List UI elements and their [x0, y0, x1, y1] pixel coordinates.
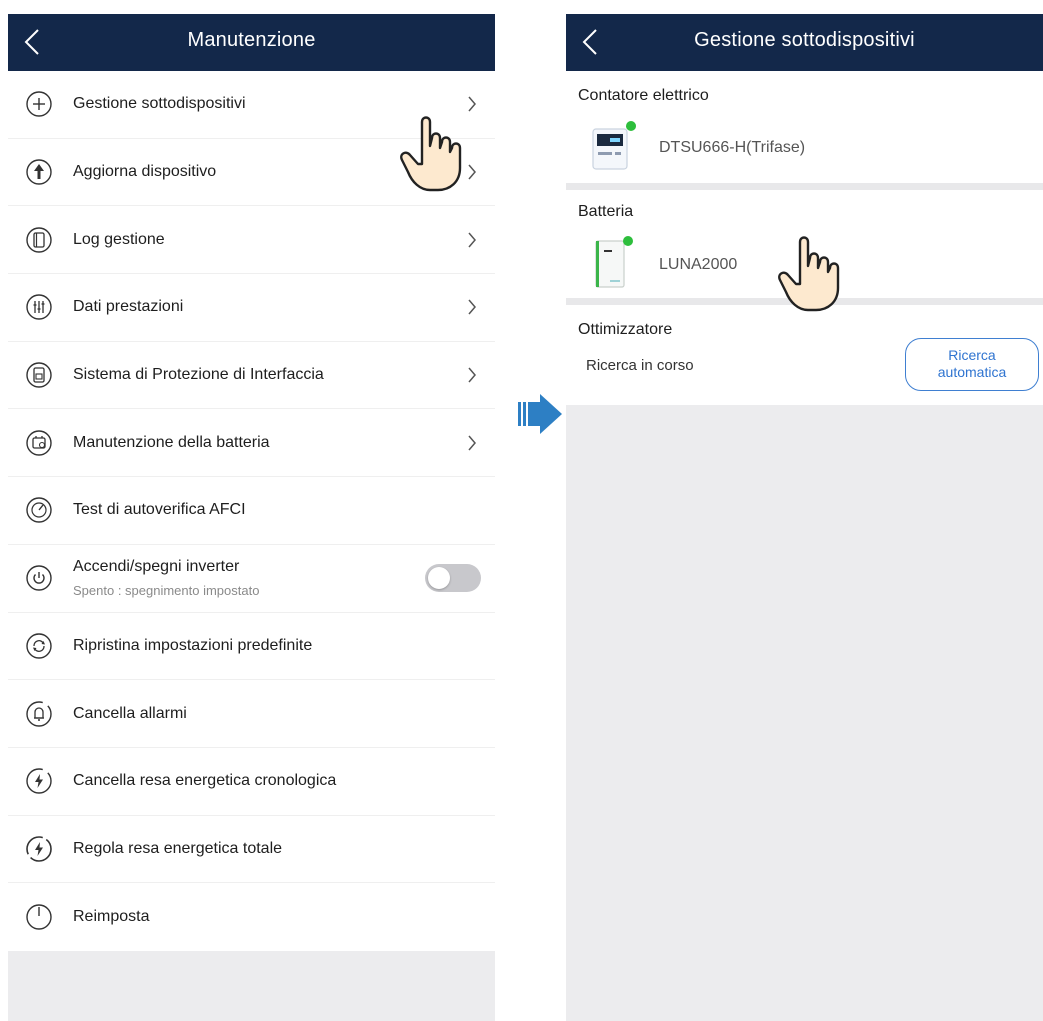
chevron-right-icon: [468, 232, 476, 248]
inverter-power-toggle[interactable]: [425, 564, 481, 593]
menu-sublabel: Spento : spegnimento impostato: [73, 582, 260, 598]
section-divider: [566, 298, 1043, 305]
page-title: Gestione sottodispositivi: [694, 29, 915, 51]
chevron-right-icon: [468, 299, 476, 315]
title-bar: Gestione sottodispositivi: [566, 14, 1043, 71]
menu-item-clear-energy-history[interactable]: Cancella resa energetica cronologica: [8, 748, 495, 816]
menu-item-management-log[interactable]: Log gestione: [8, 206, 495, 275]
meter-device-row[interactable]: DTSU666-H(Trifase): [566, 117, 1043, 177]
menu-item-inverter-power[interactable]: Accendi/spegni inverter Spento : spegnim…: [8, 545, 495, 613]
menu-label: Regola resa energetica totale: [73, 839, 283, 857]
protection-icon: [26, 362, 52, 388]
menu-label: Cancella allarmi: [73, 704, 187, 722]
energy-clear-icon: [26, 768, 52, 794]
energy-adjust-icon: [26, 836, 52, 862]
menu-label: Manutenzione della batteria: [73, 433, 270, 451]
battery-maintenance-icon: [26, 430, 52, 456]
title-bar: Manutenzione: [8, 14, 495, 71]
battery-device-name: LUNA2000: [659, 256, 738, 273]
upload-arrow-icon: [26, 159, 52, 185]
menu-label: Aggiorna dispositivo: [73, 163, 217, 181]
alarm-bell-icon: [26, 700, 52, 727]
menu-label: Cancella resa energetica cronologica: [73, 772, 337, 790]
menu-label: Test di autoverifica AFCI: [73, 501, 246, 519]
menu-item-restore-defaults[interactable]: Ripristina impostazioni predefinite: [8, 613, 495, 681]
battery-device-row[interactable]: LUNA2000: [566, 232, 1043, 294]
power-meter-icon: [592, 128, 628, 170]
plus-circle-icon: [26, 91, 52, 118]
menu-item-reset[interactable]: Reimposta: [8, 883, 495, 951]
sliders-icon: [26, 294, 52, 321]
menu-item-update-device[interactable]: Aggiorna dispositivo: [8, 139, 495, 207]
log-icon: [26, 227, 52, 253]
section-title: Batteria: [578, 203, 634, 220]
menu-item-interface-protection[interactable]: Sistema di Protezione di Interfaccia: [8, 342, 495, 410]
menu-label: Ripristina impostazioni predefinite: [73, 636, 313, 654]
menu-label: Sistema di Protezione di Interfaccia: [73, 366, 324, 384]
maintenance-menu: Gestione sottodispositivi Aggiorna dispo…: [8, 71, 495, 951]
menu-item-battery-maintenance[interactable]: Manutenzione della batteria: [8, 409, 495, 478]
menu-label: Log gestione: [73, 230, 165, 248]
menu-label: Dati prestazioni: [73, 298, 184, 316]
menu-item-afci-self-test[interactable]: Test di autoverifica AFCI: [8, 477, 495, 545]
subdevice-management-screen: Gestione sottodispositivi Contatore elet…: [566, 14, 1043, 1021]
auto-search-button[interactable]: Ricerca automatica: [905, 338, 1039, 391]
battery-section: Batteria LUNA2000: [566, 190, 1043, 298]
online-status-dot: [626, 121, 636, 131]
online-status-dot: [623, 236, 633, 246]
reset-power-icon: [26, 904, 52, 930]
afci-test-icon: [26, 497, 52, 524]
auto-search-label-line2: automatica: [937, 364, 1007, 380]
power-icon: [26, 565, 52, 591]
chevron-right-icon: [468, 367, 476, 383]
meter-device-name: DTSU666-H(Trifase): [659, 139, 806, 156]
auto-search-label-line1: Ricerca: [948, 347, 996, 363]
section-title: Contatore elettrico: [578, 87, 709, 104]
optimizer-section: Ottimizzatore Ricerca in corso Ricerca a…: [566, 305, 1043, 405]
next-step-arrow-icon: [518, 394, 562, 434]
menu-label: Reimposta: [73, 908, 150, 926]
menu-label: Accendi/spegni inverter: [73, 557, 240, 575]
section-divider: [566, 183, 1043, 190]
chevron-right-icon: [468, 96, 476, 112]
menu-item-adjust-total-energy[interactable]: Regola resa energetica totale: [8, 816, 495, 884]
toggle-knob: [428, 567, 450, 590]
maintenance-screen: Manutenzione Gestione sottodispositivi A…: [8, 14, 495, 1021]
menu-label: Gestione sottodispositivi: [73, 95, 246, 113]
section-title: Ottimizzatore: [578, 321, 673, 338]
battery-unit-icon: [595, 240, 625, 288]
chevron-right-icon: [468, 435, 476, 451]
meter-section: Contatore elettrico DTSU666-H(Trifase): [566, 71, 1043, 183]
menu-item-clear-alarms[interactable]: Cancella allarmi: [8, 680, 495, 748]
menu-item-performance-data[interactable]: Dati prestazioni: [8, 274, 495, 342]
restore-icon: [26, 633, 52, 659]
chevron-right-icon: [468, 164, 476, 180]
search-status-text: Ricerca in corso: [586, 357, 694, 374]
menu-item-subdevice-management[interactable]: Gestione sottodispositivi: [8, 71, 495, 139]
page-title: Manutenzione: [187, 29, 316, 51]
